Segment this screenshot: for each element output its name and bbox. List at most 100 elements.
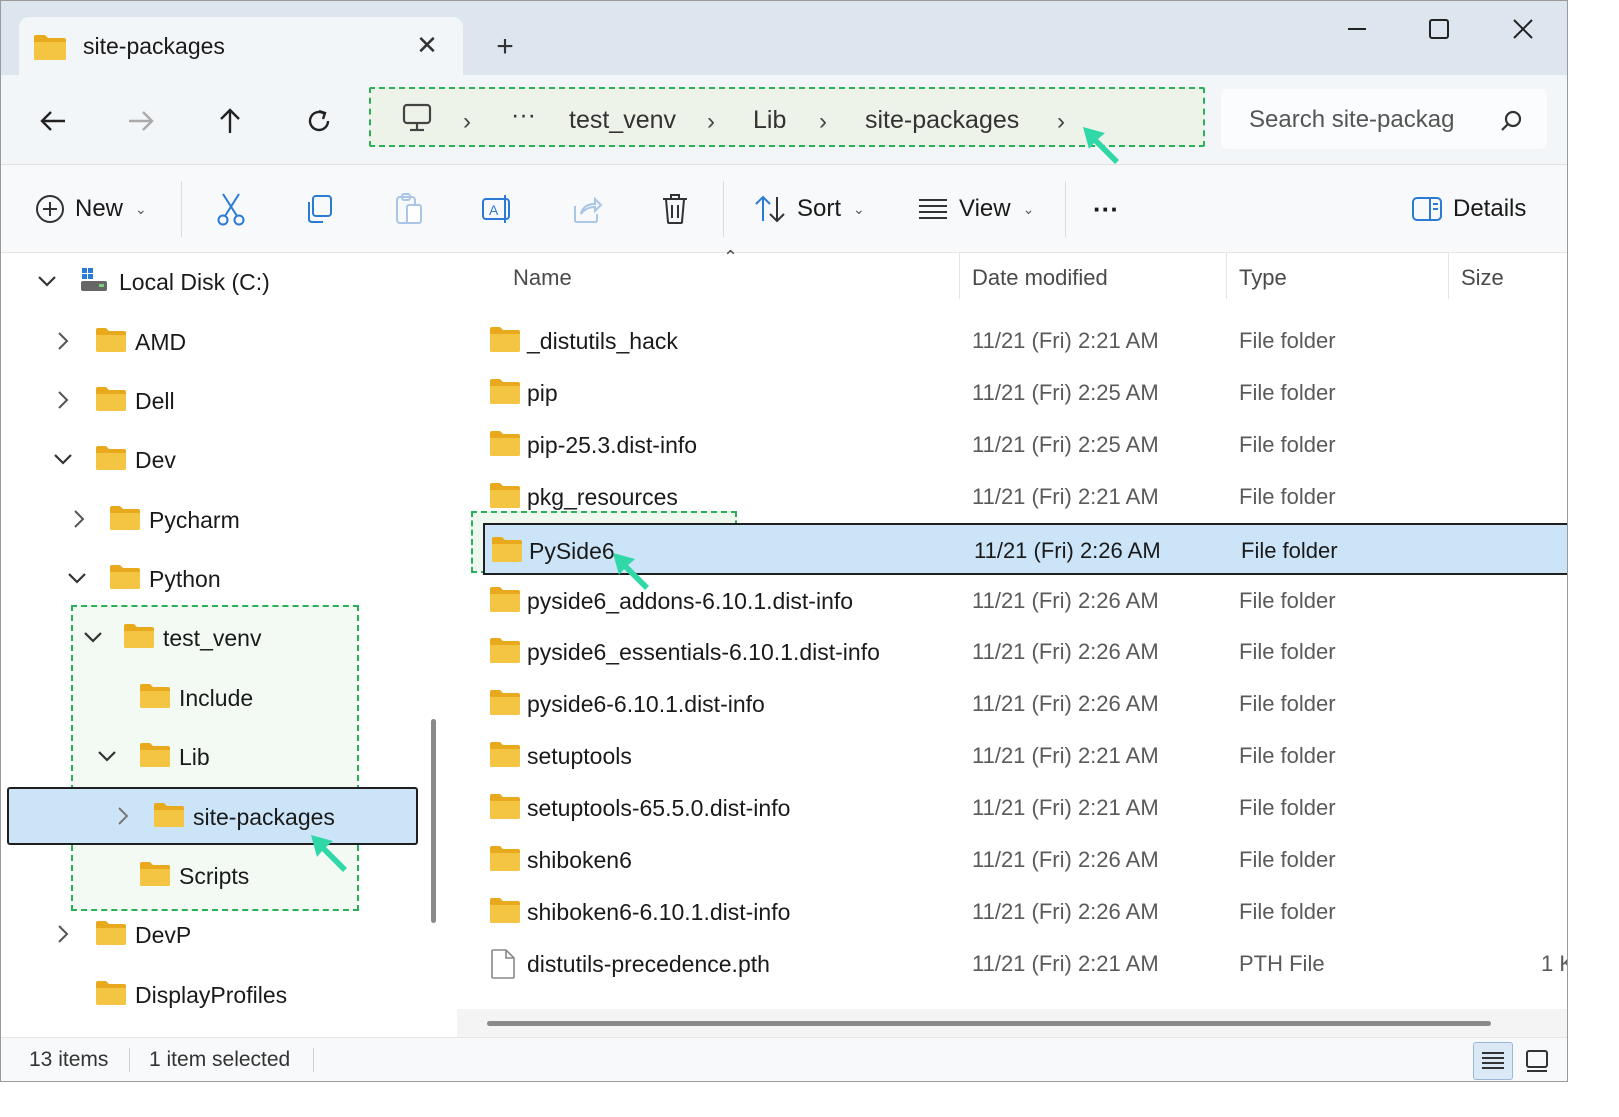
column-divider[interactable] xyxy=(1448,253,1449,299)
table-row[interactable]: setuptools 11/21 (Fri) 2:21 AM File folder xyxy=(457,730,1567,782)
sidebar-item-site-packages[interactable]: site-packages xyxy=(1,788,421,844)
tab-site-packages[interactable]: site-packages ✕ xyxy=(19,17,463,77)
folder-icon xyxy=(109,564,141,595)
copy-button[interactable] xyxy=(303,187,335,231)
table-row[interactable]: _distutils_hack 11/21 (Fri) 2:21 AM File f… xyxy=(457,315,1567,367)
column-header-type[interactable]: Type xyxy=(1239,265,1287,291)
chevron-right-icon[interactable] xyxy=(67,507,91,531)
chevron-down-icon[interactable] xyxy=(51,447,75,471)
sidebar-item-scripts[interactable]: Scripts xyxy=(1,847,421,903)
column-header-size[interactable]: Size xyxy=(1461,265,1504,291)
address-bar[interactable]: › ··· test_venv › Lib › site-packages › xyxy=(369,87,1205,147)
breadcrumb-lib[interactable]: Lib xyxy=(753,106,786,135)
table-row[interactable]: shiboken6 11/21 (Fri) 2:26 AM File folder xyxy=(457,834,1567,886)
chevron-right-icon[interactable] xyxy=(111,804,135,828)
sidebar-item-dev[interactable]: Dev xyxy=(1,431,421,487)
breadcrumb-overflow[interactable]: ··· xyxy=(511,101,536,130)
details-pane-button[interactable]: Details xyxy=(1411,187,1526,231)
table-row[interactable]: pkg_resources 11/21 (Fri) 2:21 AM File fol… xyxy=(457,471,1567,523)
sidebar-item-pycharm[interactable]: Pycharm xyxy=(1,491,421,547)
sidebar-item-label: Include xyxy=(179,685,254,711)
sidebar-item-label: Local Disk (C:) xyxy=(119,269,270,295)
chevron-right-icon[interactable] xyxy=(51,329,75,353)
column-header-date[interactable]: Date modified xyxy=(972,265,1108,291)
close-tab-button[interactable]: ✕ xyxy=(409,27,445,63)
column-divider[interactable] xyxy=(959,253,960,299)
details-view-button[interactable] xyxy=(1473,1042,1513,1080)
folder-icon xyxy=(489,377,521,410)
close-window-button[interactable] xyxy=(1493,9,1553,49)
table-row[interactable]: pip 11/21 (Fri) 2:25 AM File folder xyxy=(457,367,1567,419)
sidebar-item-python[interactable]: Python xyxy=(1,550,421,606)
folder-icon xyxy=(139,683,171,714)
breadcrumb-site-packages[interactable]: site-packages xyxy=(865,106,1019,135)
breadcrumb-chevron[interactable]: › xyxy=(707,108,715,136)
table-row[interactable]: setuptools-65.5.0.dist-info 11/21 (Fri) 2… xyxy=(457,782,1567,834)
rename-button[interactable]: A xyxy=(481,187,515,231)
sidebar-scrollbar[interactable] xyxy=(431,719,436,923)
sidebar-item-devp[interactable]: DevP xyxy=(1,906,421,962)
sidebar-item-local-disk[interactable]: Local Disk (C:) xyxy=(1,253,421,309)
chevron-down-icon[interactable] xyxy=(81,625,105,649)
date-modified-cell: 11/21 (Fri) 2:25 AM xyxy=(972,431,1159,457)
sort-button-label: Sort xyxy=(797,195,842,222)
new-button[interactable]: New ⌄ xyxy=(35,187,147,231)
new-tab-button[interactable]: + xyxy=(485,29,525,65)
details-view-icon xyxy=(1482,1052,1504,1069)
minimize-button[interactable] xyxy=(1327,9,1387,49)
type-cell: PTH File xyxy=(1239,950,1325,976)
folder-icon xyxy=(489,636,521,669)
breadcrumb-chevron[interactable]: › xyxy=(463,108,471,136)
forward-button[interactable] xyxy=(119,99,163,143)
sort-button[interactable]: Sort ⌄ xyxy=(753,187,865,231)
back-button[interactable] xyxy=(31,99,75,143)
chevron-down-icon[interactable] xyxy=(95,744,119,768)
sidebar-item-test-venv[interactable]: test_venv xyxy=(1,609,421,665)
file-name-cell: distutils-precedence.pth xyxy=(527,950,770,977)
date-modified-cell: 11/21 (Fri) 2:21 AM xyxy=(972,950,1159,976)
search-input[interactable]: Search site-packag xyxy=(1249,106,1469,134)
delete-button[interactable] xyxy=(661,187,689,231)
horizontal-scrollbar[interactable] xyxy=(487,1021,1491,1026)
rename-icon: A xyxy=(482,195,510,223)
maximize-button[interactable] xyxy=(1409,9,1469,49)
sidebar-item-displayprofiles[interactable]: DisplayProfiles xyxy=(1,966,421,1022)
share-icon xyxy=(574,196,603,223)
table-row[interactable]: pip-25.3.dist-info 11/21 (Fri) 2:25 AM Fil… xyxy=(457,419,1567,471)
sidebar-item-include[interactable]: Include xyxy=(1,669,421,725)
breadcrumb-test-venv[interactable]: test_venv xyxy=(569,106,676,135)
sidebar-item-dell[interactable]: Dell xyxy=(1,372,421,428)
view-button[interactable]: View ⌄ xyxy=(917,187,1034,231)
table-row[interactable]: distutils-precedence.pth 11/21 (Fri) 2:21… xyxy=(457,938,1567,990)
large-icons-view-button[interactable] xyxy=(1517,1042,1557,1080)
column-divider[interactable] xyxy=(1226,253,1227,299)
type-cell: File folder xyxy=(1239,379,1336,405)
type-cell: File folder xyxy=(1239,483,1336,509)
paste-button[interactable] xyxy=(393,187,425,231)
date-modified-cell: 11/21 (Fri) 2:21 AM xyxy=(972,795,1159,821)
refresh-button[interactable] xyxy=(297,99,341,143)
see-more-button[interactable]: ··· xyxy=(1093,187,1119,231)
table-row[interactable]: pyside6-6.10.1.dist-info 11/21 (Fri) 2:26… xyxy=(457,678,1567,730)
chevron-down-icon[interactable] xyxy=(65,566,89,590)
search-box[interactable]: Search site-packag xyxy=(1221,89,1547,149)
sidebar-item-lib[interactable]: Lib xyxy=(1,728,421,784)
details-pane-label: Details xyxy=(1453,195,1527,222)
chevron-right-icon[interactable] xyxy=(51,388,75,412)
type-cell: File folder xyxy=(1239,691,1336,717)
file-name-cell: setuptools xyxy=(527,743,632,770)
breadcrumb-chevron[interactable]: › xyxy=(819,108,827,136)
table-row[interactable]: shiboken6-6.10.1.dist-info 11/21 (Fri) 2:… xyxy=(457,886,1567,938)
cut-button[interactable] xyxy=(215,187,247,231)
folder-icon xyxy=(153,802,185,833)
chevron-right-icon[interactable] xyxy=(51,922,75,946)
column-header-name[interactable]: Name xyxy=(513,265,572,291)
sidebar-item-amd[interactable]: AMD xyxy=(1,313,421,369)
share-button[interactable] xyxy=(571,187,603,231)
chevron-down-icon[interactable] xyxy=(35,269,59,293)
cursor-arrow-icon xyxy=(309,833,349,878)
breadcrumb-chevron[interactable]: › xyxy=(1057,108,1065,136)
up-button[interactable] xyxy=(208,99,252,143)
cut-icon xyxy=(217,193,245,226)
table-row[interactable]: pyside6_essentials-6.10.1.dist-info 11/21… xyxy=(457,626,1567,678)
